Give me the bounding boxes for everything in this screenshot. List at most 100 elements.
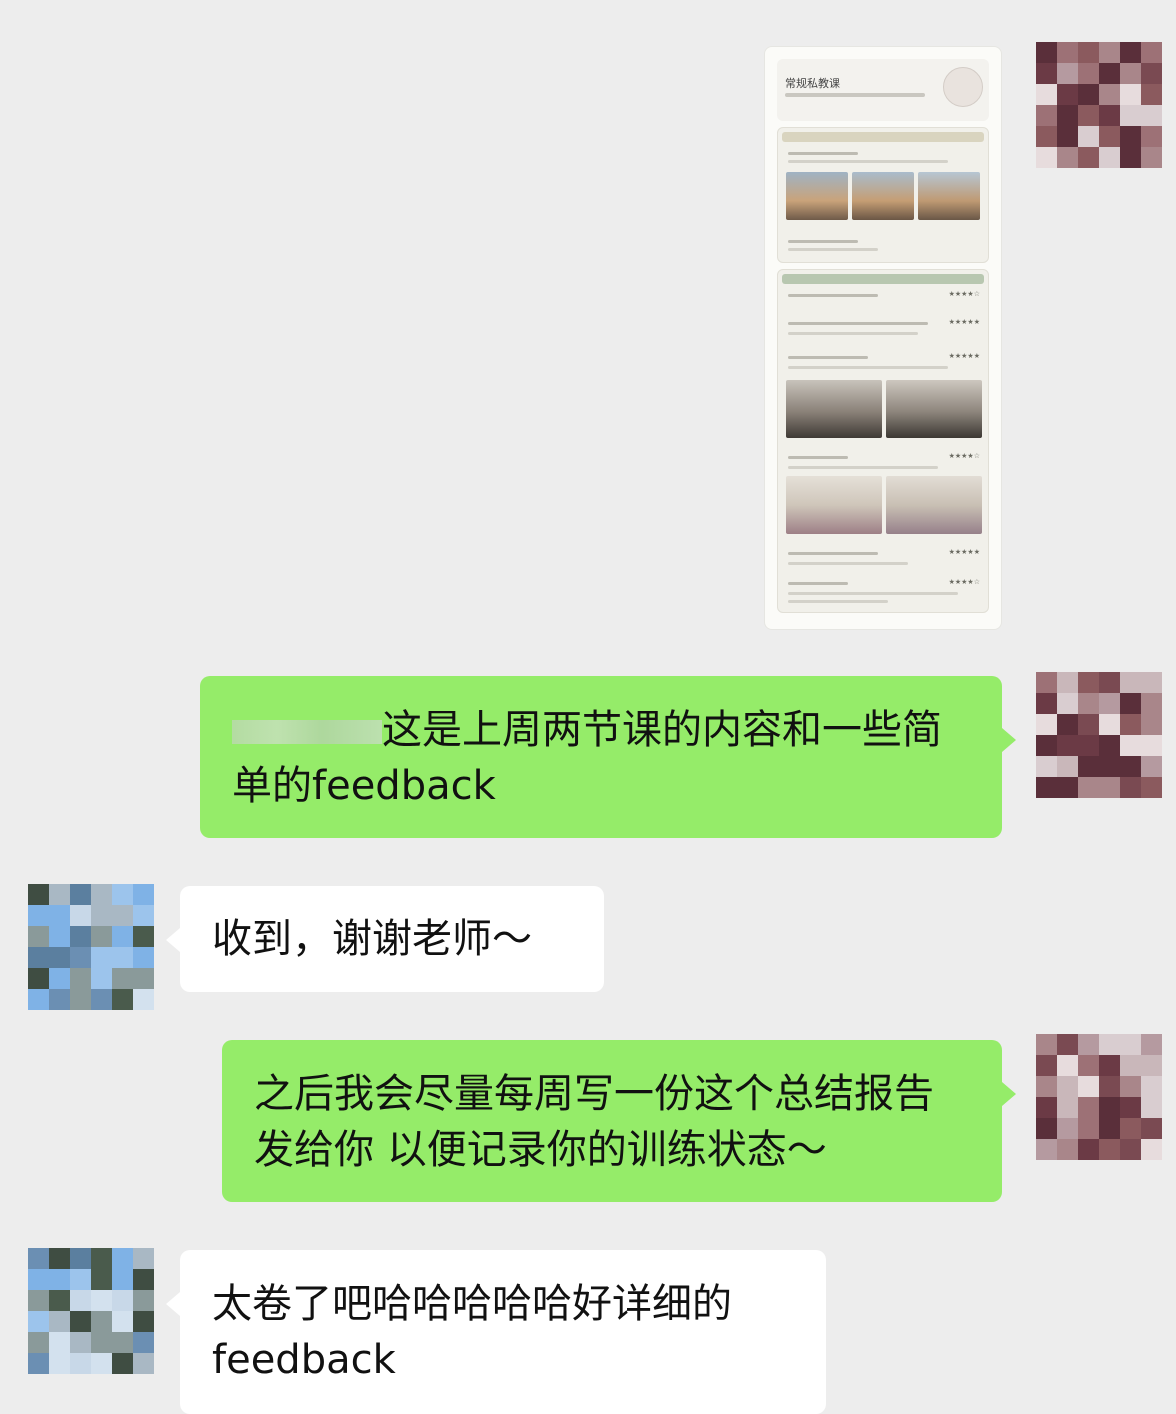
avatar-pixel (28, 947, 49, 968)
avatar-pixel (70, 1332, 91, 1353)
contact-avatar[interactable] (28, 884, 154, 1010)
avatar-pixel (28, 1269, 49, 1290)
avatar-pixel (1078, 105, 1099, 126)
bubble-tail (166, 1292, 180, 1316)
message-text: 之后我会尽量每周写一份这个总结报告发给你 以便记录你的训练状态～ (254, 1071, 934, 1173)
avatar-pixel (1120, 1097, 1141, 1118)
self-avatar[interactable] (1036, 672, 1162, 798)
avatar-pixel (1057, 1118, 1078, 1139)
avatar-pixel (1099, 714, 1120, 735)
exercise-photo (852, 172, 914, 220)
received-message-bubble[interactable]: 太卷了吧哈哈哈哈哈好详细的feedback (180, 1250, 826, 1414)
avatar-pixel (28, 1290, 49, 1311)
exercise-photo (786, 172, 848, 220)
avatar-pixel (28, 1311, 49, 1332)
avatar-pixel (133, 947, 154, 968)
self-avatar[interactable] (1036, 1034, 1162, 1160)
avatar-pixel (112, 1248, 133, 1269)
avatar-pixel (1036, 1034, 1057, 1055)
avatar-pixel (1099, 105, 1120, 126)
avatar-pixel (1120, 672, 1141, 693)
avatar-pixel (49, 884, 70, 905)
avatar-pixel (49, 1311, 70, 1332)
avatar-pixel (70, 884, 91, 905)
avatar-pixel (91, 1290, 112, 1311)
section-band (782, 274, 984, 284)
avatar-pixel (28, 905, 49, 926)
avatar-pixel (1078, 1055, 1099, 1076)
avatar-pixel (28, 1353, 49, 1374)
avatar-pixel (91, 905, 112, 926)
avatar-pixel (1078, 756, 1099, 777)
avatar-pixel (112, 1290, 133, 1311)
exercise-photo (786, 476, 882, 534)
avatar-pixel (1036, 1118, 1057, 1139)
avatar-pixel (1141, 1097, 1162, 1118)
received-message-bubble[interactable]: 收到，谢谢老师～ (180, 886, 604, 992)
sent-message-bubble[interactable]: 这是上周两节课的内容和一些简单的feedback (200, 676, 1002, 838)
avatar-pixel (70, 1311, 91, 1332)
avatar-pixel (1141, 777, 1162, 798)
avatar-pixel (1120, 84, 1141, 105)
shared-report-image[interactable]: 常规私教课 ★★★★☆ ★★★★★ ★★★★★ ★★★★☆ ★★★★★ ★★★★… (764, 46, 1002, 630)
contact-avatar[interactable] (28, 1248, 154, 1374)
avatar-pixel (49, 1290, 70, 1311)
avatar-pixel (1078, 1034, 1099, 1055)
avatar-pixel (1141, 126, 1162, 147)
avatar-pixel (1099, 672, 1120, 693)
avatar-pixel (28, 1248, 49, 1269)
avatar-pixel (1141, 756, 1162, 777)
avatar-pixel (1057, 105, 1078, 126)
avatar-pixel (133, 1353, 154, 1374)
avatar-pixel (1078, 147, 1099, 168)
avatar-pixel (1120, 735, 1141, 756)
avatar-pixel (112, 968, 133, 989)
avatar-pixel (133, 926, 154, 947)
avatar-pixel (1078, 735, 1099, 756)
avatar-pixel (1120, 1118, 1141, 1139)
report-header: 常规私教课 (777, 59, 989, 121)
avatar-pixel (1036, 714, 1057, 735)
avatar-pixel (133, 1332, 154, 1353)
avatar-pixel (1141, 84, 1162, 105)
avatar-pixel (1036, 1055, 1057, 1076)
avatar-pixel (1057, 756, 1078, 777)
avatar-pixel (1141, 1139, 1162, 1160)
avatar-pixel (1120, 693, 1141, 714)
avatar-pixel (1141, 1118, 1162, 1139)
avatar-pixel (1099, 63, 1120, 84)
self-avatar[interactable] (1036, 42, 1162, 168)
avatar-pixel (1078, 693, 1099, 714)
avatar-pixel (1078, 1097, 1099, 1118)
avatar-pixel (1036, 147, 1057, 168)
avatar-pixel (28, 926, 49, 947)
avatar-pixel (133, 1269, 154, 1290)
avatar-pixel (1099, 126, 1120, 147)
avatar-pixel (1078, 84, 1099, 105)
avatar-pixel (1057, 1076, 1078, 1097)
avatar-pixel (1141, 1034, 1162, 1055)
coach-photo (943, 67, 983, 107)
avatar-pixel (133, 1311, 154, 1332)
row-stars: ★★★★★ (948, 352, 980, 360)
avatar-pixel (1057, 147, 1078, 168)
avatar-pixel (112, 1353, 133, 1374)
avatar-pixel (49, 968, 70, 989)
avatar-pixel (1036, 693, 1057, 714)
row-stars: ★★★★☆ (948, 290, 980, 298)
avatar-pixel (91, 884, 112, 905)
avatar-pixel (1057, 63, 1078, 84)
avatar-pixel (1099, 1139, 1120, 1160)
avatar-pixel (1057, 1139, 1078, 1160)
bubble-tail (1002, 728, 1016, 752)
avatar-pixel (1141, 1055, 1162, 1076)
avatar-pixel (1057, 735, 1078, 756)
sent-message-bubble[interactable]: 之后我会尽量每周写一份这个总结报告发给你 以便记录你的训练状态～ (222, 1040, 1002, 1202)
avatar-pixel (1099, 147, 1120, 168)
avatar-pixel (112, 1311, 133, 1332)
avatar-pixel (1099, 1118, 1120, 1139)
avatar-pixel (1099, 777, 1120, 798)
avatar-pixel (112, 989, 133, 1010)
avatar-pixel (1141, 672, 1162, 693)
avatar-pixel (1036, 1097, 1057, 1118)
